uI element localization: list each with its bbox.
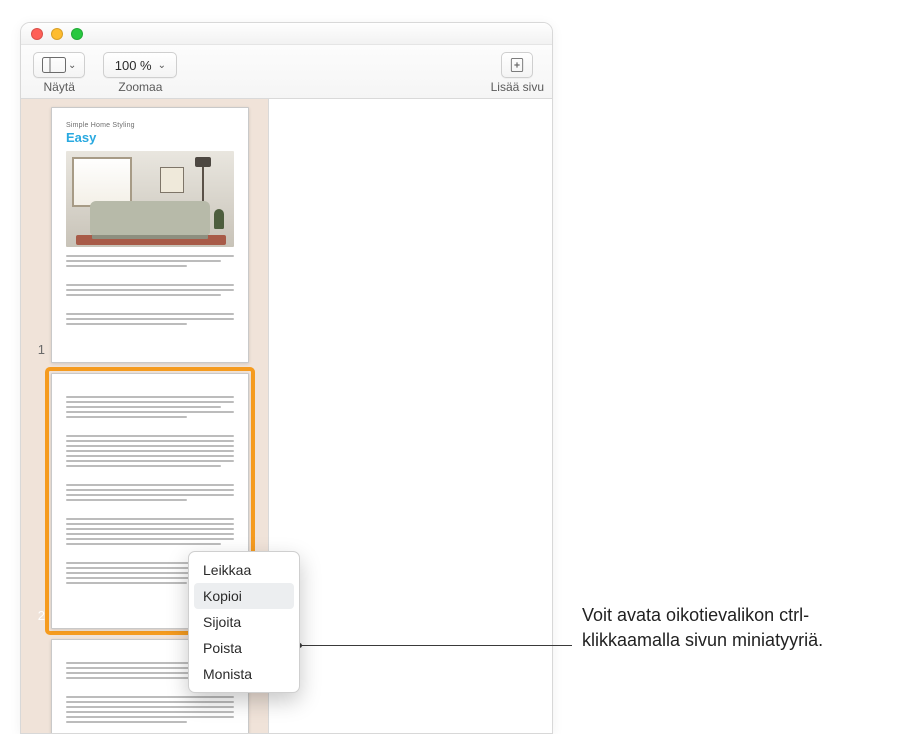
zoom-button[interactable]: 100 % ⌄: [103, 52, 177, 78]
chevron-down-icon: ⌄: [68, 60, 76, 71]
callout-text: Voit avata oikotievalikon ctrl-klikkaama…: [582, 603, 892, 653]
view-label: Näytä: [44, 80, 75, 94]
doc-subtitle: Simple Home Styling: [66, 122, 234, 129]
document-canvas[interactable]: [269, 99, 552, 733]
page-thumbnail[interactable]: Simple Home Styling Easy: [51, 107, 249, 363]
minimize-icon[interactable]: [51, 28, 63, 40]
context-menu-copy[interactable]: Kopioi: [194, 583, 294, 609]
context-menu-cut[interactable]: Leikkaa: [189, 557, 299, 583]
view-button[interactable]: ⌄: [33, 52, 85, 78]
close-icon[interactable]: [31, 28, 43, 40]
context-menu-paste[interactable]: Sijoita: [189, 609, 299, 635]
page-number: 2: [27, 608, 45, 623]
chevron-down-icon: ⌄: [158, 60, 166, 71]
callout-line: [300, 645, 572, 646]
doc-title: Easy: [66, 130, 234, 145]
zoom-label: Zoomaa: [118, 80, 162, 94]
zoom-value: 100 %: [115, 58, 152, 73]
context-menu-delete[interactable]: Poista: [189, 635, 299, 661]
context-menu-duplicate[interactable]: Monista: [189, 661, 299, 687]
hero-image: [66, 151, 234, 247]
context-menu: Leikkaa Kopioi Sijoita Poista Monista: [188, 551, 300, 693]
add-page-label: Lisää sivu: [491, 80, 544, 94]
toolbar: ⌄ Näytä 100 % ⌄ Zoomaa Lisää sivu: [21, 45, 552, 99]
toolbar-add-page: Lisää sivu: [491, 52, 544, 94]
page-number: 1: [27, 342, 45, 357]
toolbar-zoom: 100 % ⌄ Zoomaa: [103, 52, 177, 94]
thumbnail-page-1[interactable]: 1 Simple Home Styling Easy: [27, 107, 258, 363]
add-page-button[interactable]: [501, 52, 533, 78]
titlebar: [21, 23, 552, 45]
toolbar-view: ⌄ Näytä: [33, 52, 85, 94]
fullscreen-icon[interactable]: [71, 28, 83, 40]
